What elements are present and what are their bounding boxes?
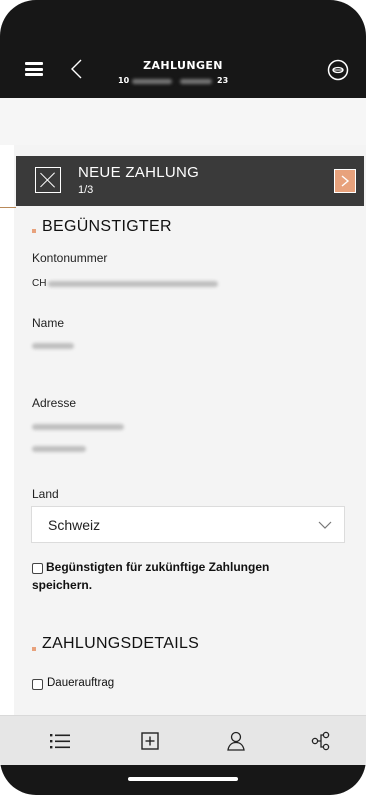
- step-indicator: 1/3: [78, 184, 94, 196]
- redacted-address-line: [32, 446, 86, 452]
- coin-icon[interactable]: [327, 59, 349, 81]
- home-bar: [0, 765, 366, 795]
- payment-details-section-title: ZAHLUNGSDETAILS: [42, 635, 200, 652]
- list-icon: [49, 734, 70, 749]
- nav-list[interactable]: [14, 716, 105, 766]
- redacted-date-part: [180, 79, 212, 84]
- country-select-value: Schweiz: [48, 517, 101, 533]
- standing-order-checkbox[interactable]: [32, 679, 43, 690]
- country-label: Land: [32, 487, 59, 501]
- country-select[interactable]: Schweiz: [31, 506, 345, 543]
- new-payment-header: NEUE ZAHLUNG 1/3: [16, 156, 364, 206]
- save-beneficiary-label[interactable]: Begünstigten für zukünftige Zahlungen sp…: [32, 558, 332, 594]
- nav-share[interactable]: [275, 716, 366, 766]
- next-step-button[interactable]: [334, 169, 356, 193]
- beneficiary-section-title: BEGÜNSTIGTER: [42, 218, 172, 235]
- standing-order-label[interactable]: Dauerauftrag: [47, 677, 114, 689]
- new-payment-title: NEUE ZAHLUNG: [78, 164, 200, 181]
- nav-new-payment[interactable]: [104, 716, 195, 766]
- account-number-prefix: CH: [32, 278, 47, 289]
- pointer-line: [0, 207, 16, 208]
- top-bar: ZAHLUNGEN 10 23: [0, 0, 366, 98]
- left-gutter: [0, 145, 14, 715]
- section-marker: [32, 229, 36, 233]
- chevron-right-icon: [341, 175, 350, 187]
- chevron-down-icon: [318, 521, 332, 529]
- phone-screen: ZAHLUNGEN 10 23 NEUE ZAHLUNG 1/3 BEGÜNST…: [0, 0, 366, 795]
- date-end: 23: [217, 76, 229, 85]
- add-icon: [140, 732, 159, 750]
- close-icon[interactable]: [35, 167, 61, 193]
- address-label: Adresse: [32, 396, 77, 410]
- page-title: ZAHLUNGEN: [143, 59, 223, 72]
- redacted-account-number: [48, 281, 218, 287]
- redacted-name: [32, 343, 74, 349]
- nav-beneficiaries[interactable]: [190, 716, 281, 766]
- redacted-address-line: [32, 424, 124, 430]
- home-indicator[interactable]: [128, 777, 238, 781]
- date-start: 10: [118, 76, 130, 85]
- name-label: Name: [32, 316, 65, 330]
- date-range: 10 23: [118, 76, 258, 88]
- share-icon: [311, 731, 329, 751]
- person-icon: [226, 731, 245, 751]
- redacted-date-part: [132, 79, 172, 84]
- section-marker: [32, 647, 36, 651]
- bottom-nav: [0, 715, 366, 765]
- account-number-label: Kontonummer: [32, 251, 108, 265]
